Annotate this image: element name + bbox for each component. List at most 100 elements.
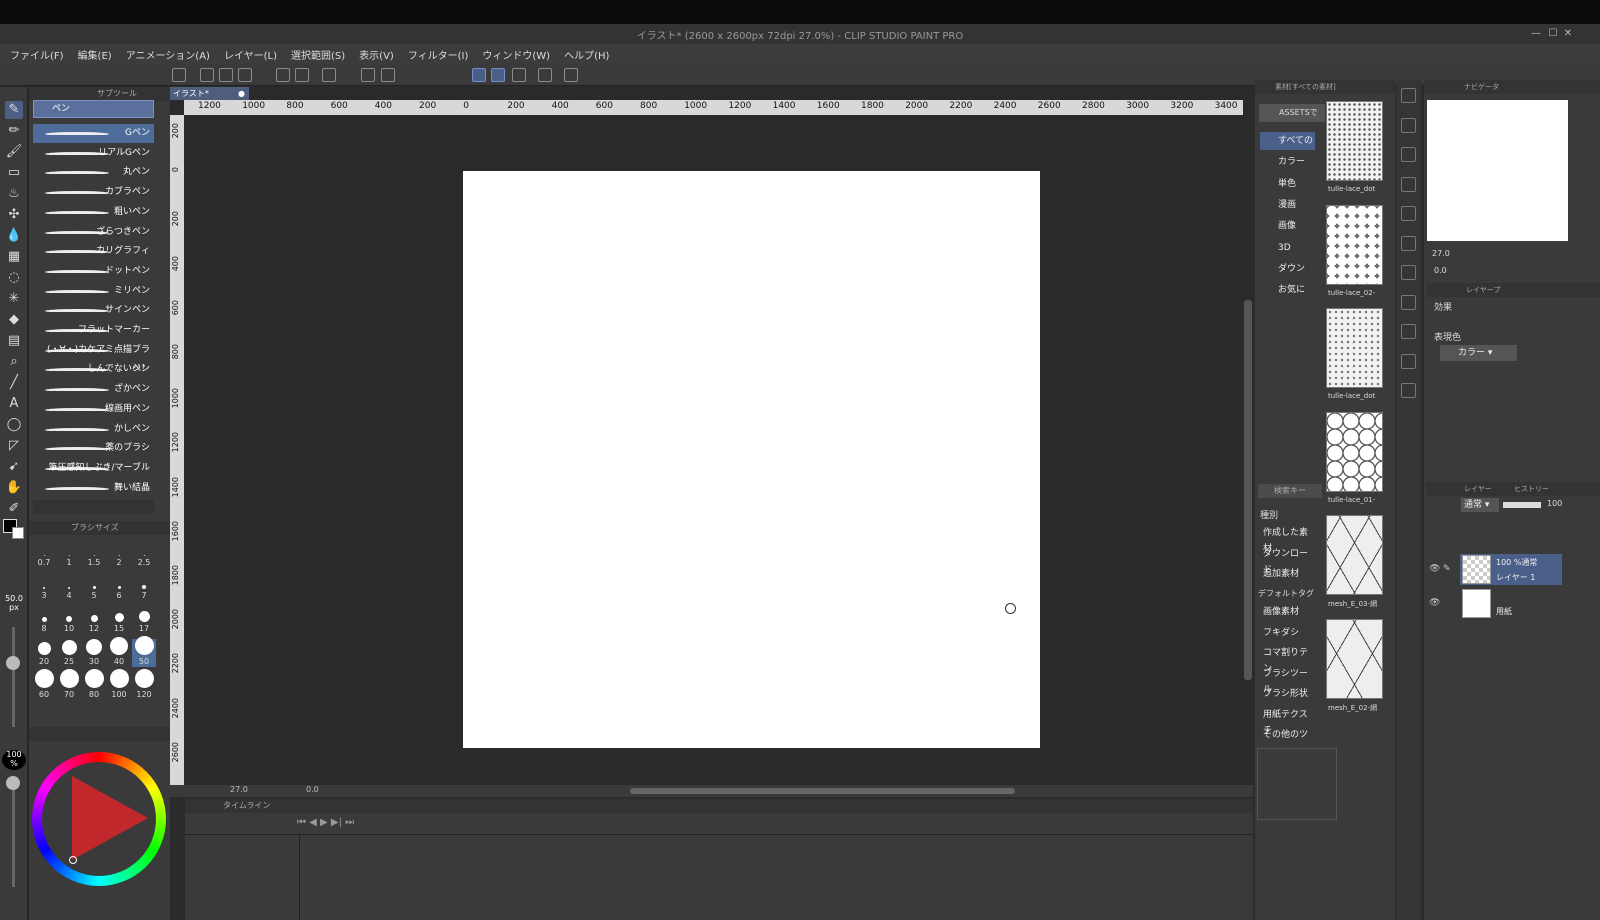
zoom-readout[interactable]: 27.0 [230,785,248,794]
fill-icon[interactable] [361,68,375,82]
angle-readout[interactable]: 0.0 [306,785,319,794]
document-tab[interactable]: イラスト* ● [170,87,249,100]
horizontal-scroll-thumb[interactable] [630,788,1015,794]
panel-toggle-icon[interactable] [1401,88,1416,103]
brush-item[interactable]: 丸ペン [33,163,154,182]
brush-item[interactable]: 線画用ペン [33,400,154,419]
menu-view[interactable]: 表示(V) [359,47,394,62]
pen-tool-icon[interactable]: ✎ [5,101,23,119]
magic-wand-icon[interactable]: ✳ [5,290,23,308]
material-tag-item[interactable]: 画像素材 [1260,604,1316,620]
clear-icon[interactable] [322,68,336,82]
fill-tool-icon[interactable]: ◆ [5,311,23,329]
brush-size-cell[interactable]: 12 [82,606,106,634]
eraser-tool-icon[interactable]: ▭ [5,164,23,182]
navigator-tab[interactable]: ナビゲータ [1464,83,1499,91]
pencil-tool-icon[interactable]: ✏ [5,122,23,140]
brush-item[interactable]: 筆圧感知しぶき/マーブル [33,459,154,478]
layer-row[interactable]: 100 %通常 レイヤー 1 [1460,554,1562,585]
brush-size-cell[interactable]: 17 [132,606,156,634]
vertical-scroll-thumb[interactable] [1244,300,1252,680]
text-tool-icon[interactable]: A [5,395,23,413]
brush-item[interactable]: ざかペン [33,380,154,399]
playback-controls-icon[interactable]: ⏮ ◀ ▶ ▶| ⏭ [297,817,354,828]
brush-item[interactable]: かしペン [33,420,154,439]
hand-tool-icon[interactable]: ✋ [5,479,23,497]
material-category[interactable]: 3D [1260,239,1315,257]
material-tag-item[interactable]: ブラシツール [1260,666,1316,695]
object-tool-icon[interactable]: ➹ [5,458,23,476]
brush-size-cell[interactable]: 50 [132,636,156,667]
layer-opacity-slider[interactable] [1503,502,1541,508]
brush-size-cell[interactable]: 2 [107,540,131,568]
material-thumbnail[interactable] [1326,204,1383,285]
panel-toggle-icon[interactable] [1401,265,1416,280]
brush-size-cell[interactable]: 25 [57,639,81,667]
minimize-icon[interactable]: — [1528,24,1544,44]
material-thumbnail[interactable] [1326,308,1383,388]
brush-item[interactable]: 薬のブラシ [33,439,154,458]
brush-size-cell[interactable]: 4 [57,573,81,601]
material-tag-item[interactable]: コマ割りテン [1260,645,1316,674]
brush-item[interactable]: フラットマーカー [33,321,154,340]
visibility-icon[interactable]: 👁 [1429,598,1440,608]
material-type-item[interactable]: 作成した素材 [1260,525,1316,554]
color-picker-handle[interactable] [69,856,77,864]
blend-mode-select[interactable]: 通常 ▾ [1461,498,1499,512]
material-category[interactable]: 単色 [1260,175,1315,193]
brush-size-cell[interactable]: 3 [32,573,56,601]
panel-toggle-icon[interactable] [1401,176,1416,192]
brush-size-cell[interactable]: 0.7 [32,540,56,568]
snap-grid-icon[interactable] [512,68,526,82]
brush-size-cell[interactable]: 1 [57,540,81,568]
redo-icon[interactable] [295,68,309,82]
layer-tab[interactable]: レイヤー [1464,482,1492,496]
brush-item[interactable]: カブラペン [33,183,154,202]
gradient-tool-icon[interactable]: ▤ [5,332,23,350]
material-tag-item[interactable]: フキダシ [1260,625,1316,641]
history-tab[interactable]: ヒストリー [1514,482,1549,496]
brush-size-cell[interactable]: 100 [107,669,131,700]
undo-icon[interactable] [276,68,290,82]
brush-size-cell[interactable]: 8 [32,606,56,634]
vertical-scrollbar[interactable] [1243,100,1253,785]
panel-toggle-icon[interactable] [1401,117,1416,133]
snap-ruler-icon[interactable] [472,68,486,82]
brush-item[interactable]: カリグラフィ [33,242,154,261]
panel-toggle-icon[interactable] [1401,294,1416,310]
correct-line-tool-icon[interactable]: ◸ [5,437,23,455]
material-type-item[interactable]: 追加素材 [1260,566,1316,582]
sub-tool-group[interactable]: ペン [33,100,154,118]
eyedropper-tool-icon[interactable]: ✐ [5,500,23,518]
brush-size-cell[interactable]: 40 [107,637,131,667]
menu-filter[interactable]: フィルター(I) [408,47,469,62]
brush-item[interactable]: 舞い結晶 [33,479,154,498]
close-icon[interactable]: ✕ [1560,24,1576,44]
layer-opacity-value[interactable]: 100 [1547,499,1562,508]
brush-item[interactable]: ざらつきペン [33,223,154,242]
expression-color-select[interactable]: カラー ▾ [1440,345,1517,361]
sub-color-swatch[interactable] [12,527,24,539]
brush-item[interactable]: サインペン [33,301,154,320]
material-type-item[interactable]: ダウンロード [1260,546,1316,575]
assets-button[interactable]: ASSETSで [1259,104,1325,122]
line-tool-icon[interactable]: ╱ [5,374,23,392]
brush-item[interactable]: (・∀・)カケアミ点描ブラシ！ [33,341,154,374]
material-thumbnail[interactable] [1326,618,1383,699]
layer-row[interactable]: 用紙 [1460,588,1562,619]
panel-toggle-icon[interactable] [1401,324,1416,339]
menu-window[interactable]: ウィンドウ(W) [482,47,550,62]
brush-size-cell[interactable]: 80 [82,669,106,700]
material-thumbnail[interactable] [1326,101,1383,181]
navigator-angle[interactable]: 0.0 [1434,266,1447,275]
open-file-icon[interactable] [219,68,233,82]
material-category[interactable]: 漫画 [1260,196,1315,214]
menu-selection[interactable]: 選択範囲(S) [291,47,345,62]
brush-size-cell[interactable]: 60 [32,669,56,700]
navigator-zoom[interactable]: 27.0 [1432,249,1450,258]
pen-edit-icon[interactable]: ✎ [1443,564,1451,574]
device-icon[interactable] [538,68,552,82]
timeline-tab[interactable]: タイムライン [223,801,270,810]
brush-size-slider-handle[interactable] [6,656,20,670]
material-search-input[interactable]: 検索キー [1258,484,1322,498]
